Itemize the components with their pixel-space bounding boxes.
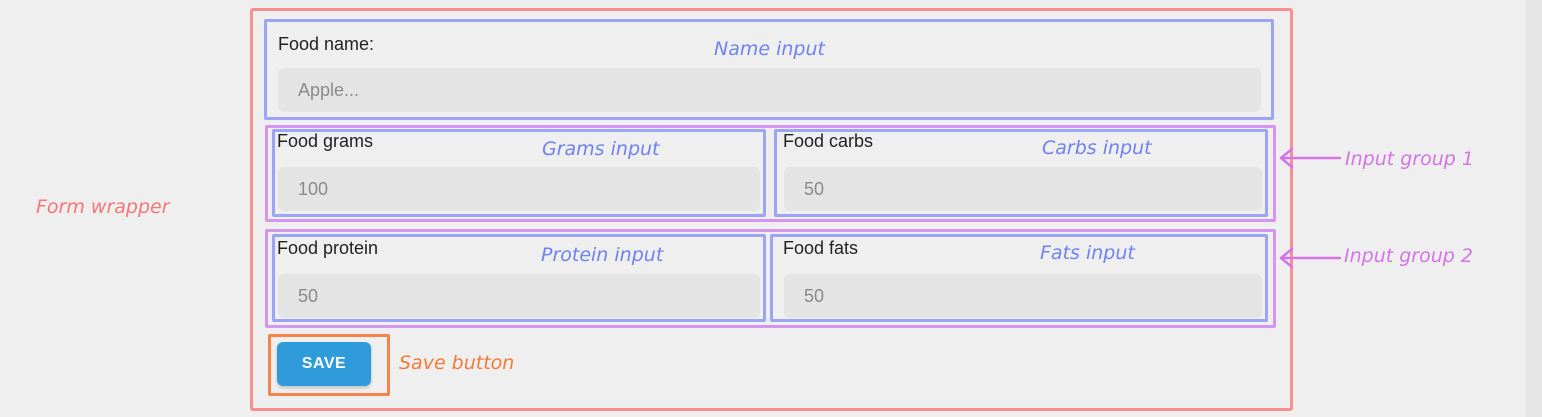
annotation-name-input: Name input [714,38,825,60]
food-protein-input[interactable] [278,274,760,318]
annotation-save-button: Save button [399,352,515,374]
food-protein-label: Food protein [277,238,379,258]
food-fats-input[interactable] [784,274,1262,318]
food-name-label: Food name: [278,34,375,54]
food-carbs-input[interactable] [784,167,1262,211]
annotation-input-group-2: Input group 2 [1344,245,1473,267]
scrollbar-track[interactable] [1526,0,1542,417]
arrow-left-icon [1279,147,1342,169]
food-name-input[interactable] [278,68,1261,112]
annotation-carbs-input: Carbs input [1042,137,1152,159]
annotation-grams-input: Grams input [542,138,660,160]
annotation-protein-input: Protein input [541,244,664,266]
arrow-left-icon [1279,247,1342,269]
annotation-form-wrapper: Form wrapper [36,196,170,218]
annotation-fats-input: Fats input [1040,242,1135,264]
food-grams-label: Food grams [277,131,374,151]
annotation-input-group-1: Input group 1 [1345,148,1474,170]
save-button[interactable]: SAVE [277,342,371,386]
food-carbs-label: Food carbs [783,131,874,151]
food-grams-input[interactable] [278,167,760,211]
food-fats-label: Food fats [783,238,859,258]
